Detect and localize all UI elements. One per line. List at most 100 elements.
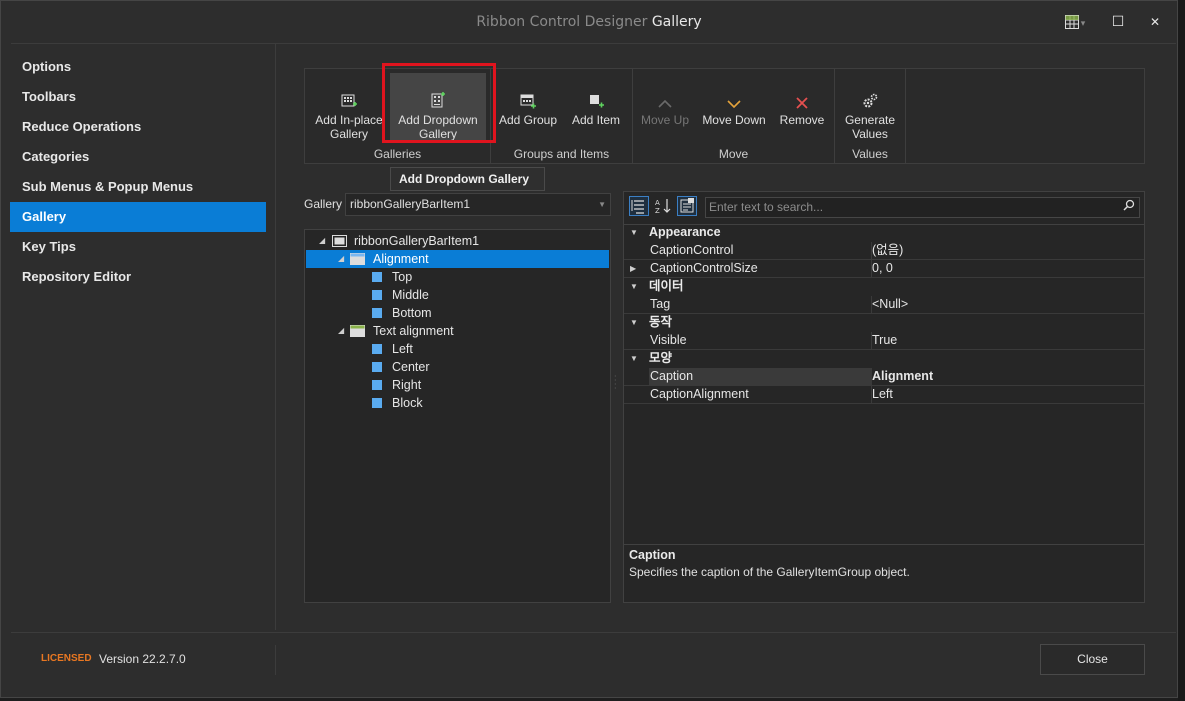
tree-node-item[interactable]: Right: [306, 376, 609, 394]
group-node-icon: [350, 325, 365, 337]
group-separator: [905, 69, 906, 163]
tree-node-item[interactable]: Middle: [306, 286, 609, 304]
category-name: 데이터: [649, 279, 684, 293]
collapse-icon: ▼: [630, 354, 638, 363]
highlight-box: [382, 63, 496, 143]
add-inplace-gallery-button[interactable]: Add In-place Gallery: [312, 73, 386, 143]
add-inplace-line1: Add In-place: [315, 113, 383, 127]
nav-item-categories[interactable]: Categories: [10, 142, 266, 172]
category-row[interactable]: ▼ 모양: [624, 350, 1144, 368]
collapse-icon: ◢: [338, 326, 345, 335]
tree-node-label: Right: [392, 378, 422, 392]
property-row[interactable]: CaptionControl (없음): [624, 242, 1144, 260]
gallery-label: Gallery: [304, 197, 343, 211]
property-name: Caption: [649, 368, 872, 385]
property-pages-button[interactable]: [677, 196, 697, 216]
property-value: 0, 0: [872, 261, 893, 275]
inplace-gallery-icon: [341, 94, 357, 107]
property-grid-toolbar: AZ Enter text to search...: [624, 192, 1144, 225]
splitter-handle[interactable]: · · · ·: [614, 373, 618, 395]
property-value: Left: [872, 387, 893, 401]
property-grid: AZ Enter text to search... ▼ Appearance C…: [623, 191, 1145, 603]
add-item-label: Add Item: [571, 113, 621, 127]
alphabetical-button[interactable]: AZ: [653, 196, 673, 216]
property-row[interactable]: ▶ CaptionControlSize 0, 0: [624, 260, 1144, 278]
property-row-selected[interactable]: Caption Alignment: [624, 368, 1144, 386]
maximize-button[interactable]: ☐: [1104, 11, 1132, 33]
tree-node-label: Bottom: [392, 306, 432, 320]
collapse-icon: ▼: [630, 282, 638, 291]
sort-az-icon: AZ: [655, 199, 671, 215]
property-search-input[interactable]: Enter text to search...: [705, 197, 1140, 218]
category-row[interactable]: ▼ 데이터: [624, 278, 1144, 296]
tree-node-item[interactable]: Center: [306, 358, 609, 376]
property-name: CaptionControl: [649, 242, 872, 259]
remove-label: Remove: [779, 113, 825, 127]
nav-item-key-tips[interactable]: Key Tips: [10, 232, 266, 262]
tree-node-label: ribbonGalleryBarItem1: [354, 234, 480, 248]
tree-node-item[interactable]: Block: [306, 394, 609, 412]
move-down-button[interactable]: Move Down: [699, 73, 769, 143]
add-group-button[interactable]: Add Group: [496, 73, 560, 143]
add-item-icon: [590, 95, 604, 108]
property-row[interactable]: Visible True: [624, 332, 1144, 350]
maximize-icon: ☐: [1111, 14, 1125, 30]
footer-separator: [275, 645, 276, 675]
property-value: True: [872, 333, 898, 347]
dropdown-arrow-icon: ▼: [598, 200, 606, 209]
remove-button[interactable]: Remove: [775, 73, 829, 143]
group-label-galleries: Galleries: [373, 147, 422, 161]
item-icon: [372, 398, 382, 408]
property-name: CaptionControlSize: [649, 260, 872, 277]
tree-node-group[interactable]: ◢ Text alignment: [306, 322, 609, 340]
categorized-icon: [631, 200, 644, 214]
tree-node-label: Center: [392, 360, 430, 374]
nav-item-sub-menus[interactable]: Sub Menus & Popup Menus: [10, 172, 266, 202]
item-icon: [372, 344, 382, 354]
close-window-button[interactable]: ✕: [1141, 11, 1169, 33]
gallery-node-icon: [332, 235, 347, 247]
generate-values-button[interactable]: Generate Values: [839, 73, 901, 143]
description-title: Caption: [629, 548, 676, 562]
property-row[interactable]: Tag <Null>: [624, 296, 1144, 314]
window-title-page: Gallery: [651, 14, 702, 30]
category-row[interactable]: ▼ 동작: [624, 314, 1144, 332]
collapse-icon: ▼: [630, 228, 638, 237]
tree-node-group[interactable]: ◢ Alignment: [306, 250, 609, 268]
tree-node-label: Block: [392, 396, 423, 410]
add-group-label: Add Group: [498, 113, 558, 127]
chevron-down-icon: [727, 100, 741, 109]
nav-item-gallery[interactable]: Gallery: [10, 202, 266, 232]
property-row[interactable]: CaptionAlignment Left: [624, 386, 1144, 404]
skin-menu-button[interactable]: ▾: [1061, 11, 1089, 33]
tree-node-item[interactable]: Top: [306, 268, 609, 286]
tree-node-root[interactable]: ◢ ribbonGalleryBarItem1: [306, 232, 609, 250]
item-icon: [372, 362, 382, 372]
categorized-button[interactable]: [629, 196, 649, 216]
move-up-button[interactable]: Move Up: [637, 73, 693, 143]
expand-icon: ▶: [630, 264, 637, 273]
item-icon: [372, 272, 382, 282]
add-item-button[interactable]: Add Item: [566, 73, 626, 143]
generate-line2: Values: [852, 127, 888, 141]
category-name: Appearance: [649, 225, 721, 239]
generate-line1: Generate: [844, 113, 896, 127]
nav-item-toolbars[interactable]: Toolbars: [10, 82, 266, 112]
collapse-icon: ◢: [319, 236, 326, 245]
category-row[interactable]: ▼ Appearance: [624, 224, 1144, 242]
nav-item-options[interactable]: Options: [10, 52, 266, 82]
nav-item-repository-editor[interactable]: Repository Editor: [10, 262, 266, 292]
group-label-move: Move: [718, 147, 749, 161]
nav-menu: Options Toolbars Reduce Operations Categ…: [10, 52, 266, 292]
property-description-panel: Caption Specifies the caption of the Gal…: [624, 544, 1144, 602]
nav-item-reduce-operations[interactable]: Reduce Operations: [10, 112, 266, 142]
tree-node-item[interactable]: Left: [306, 340, 609, 358]
close-button[interactable]: Close: [1040, 644, 1145, 675]
tree-node-label: Text alignment: [373, 324, 454, 338]
gallery-select[interactable]: ribbonGalleryBarItem1 ▼: [345, 193, 611, 216]
tree-node-label: Alignment: [373, 252, 429, 266]
gallery-tree[interactable]: ◢ ribbonGalleryBarItem1 ◢ Alignment Top …: [304, 229, 611, 603]
tree-node-item[interactable]: Bottom: [306, 304, 609, 322]
search-placeholder: Enter text to search...: [709, 200, 824, 214]
nav-separator: [275, 43, 276, 630]
